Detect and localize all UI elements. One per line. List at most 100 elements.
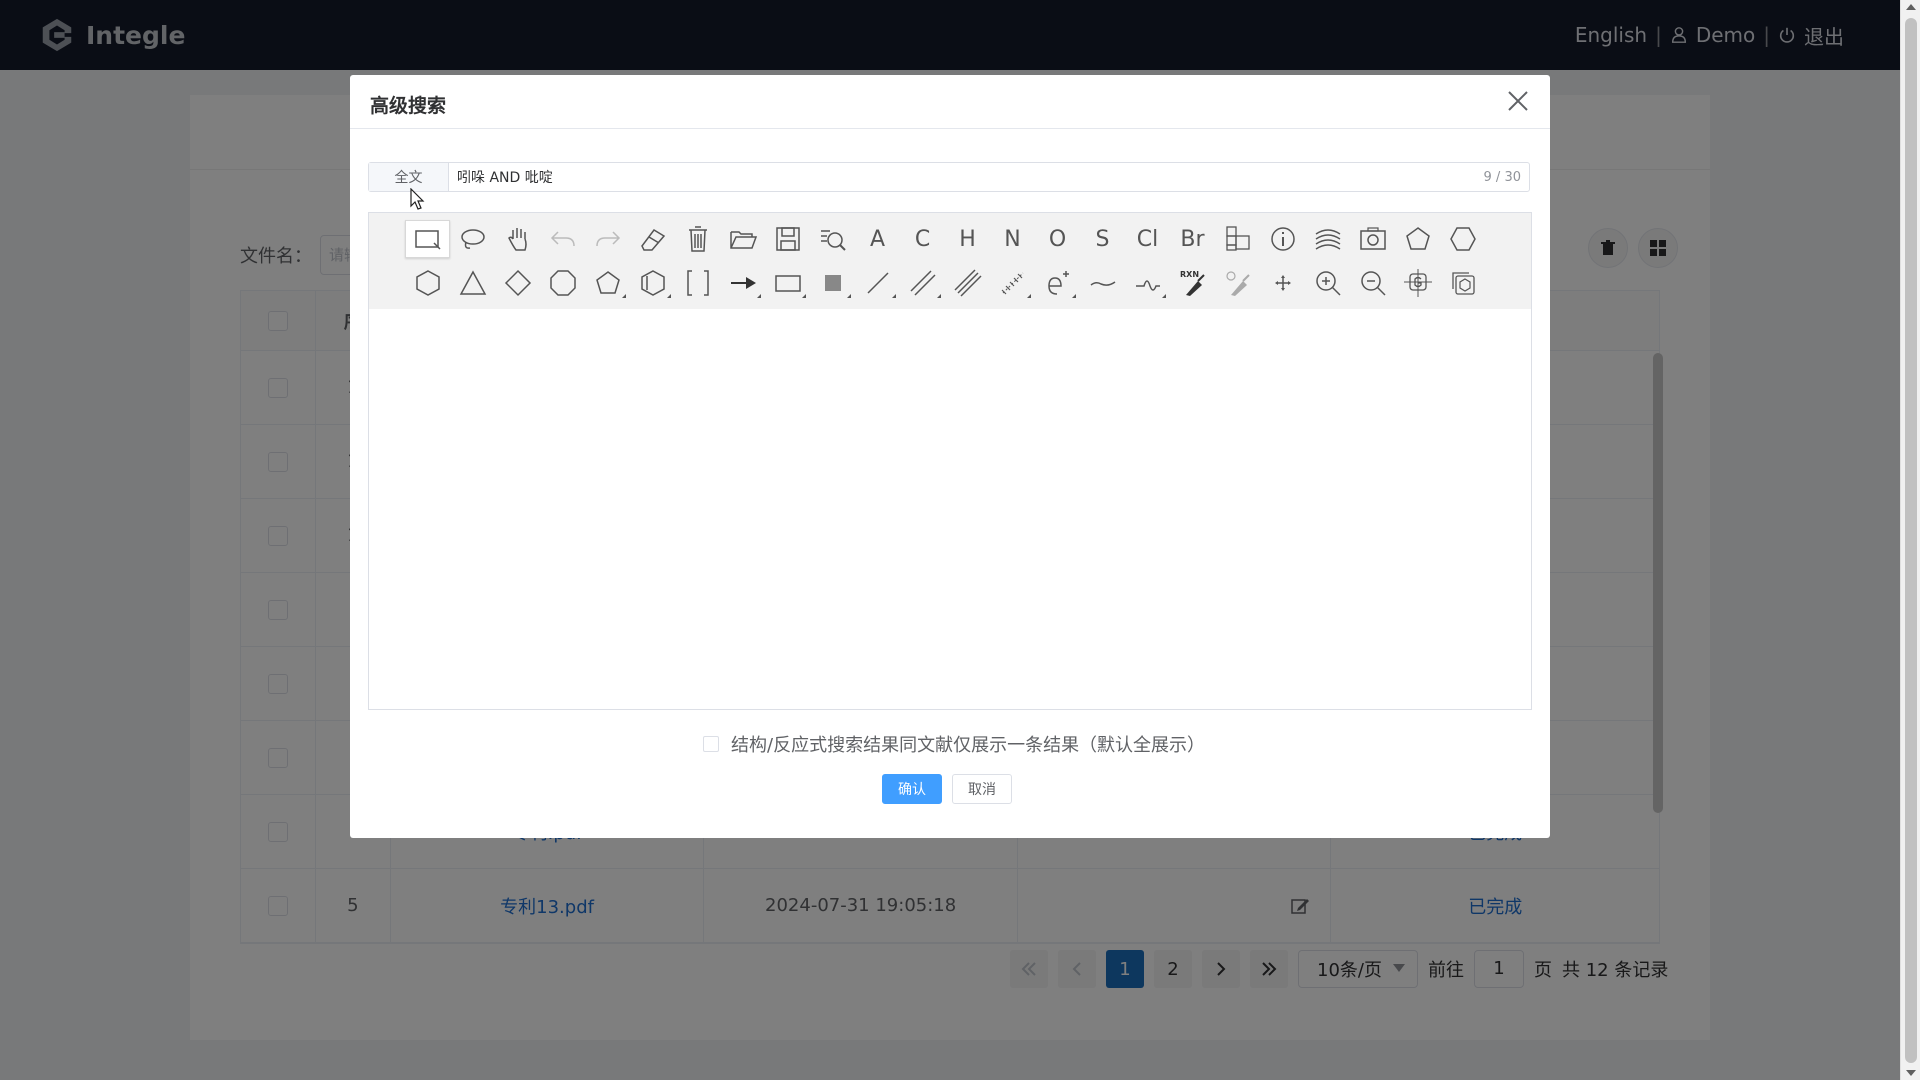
redo-icon: [595, 231, 620, 247]
pentagon-ring-button[interactable]: [585, 264, 630, 302]
toolbar-row-2: RXN: [405, 261, 1531, 305]
submenu-indicator: [937, 294, 941, 298]
atom-s-button[interactable]: S: [1080, 220, 1125, 258]
move-button[interactable]: [1260, 264, 1305, 302]
atom-c-button[interactable]: C: [900, 220, 945, 258]
triple-bond-button[interactable]: [945, 264, 990, 302]
triangle-button[interactable]: [450, 264, 495, 302]
triangle-icon: [459, 270, 486, 295]
undo-icon: [550, 231, 575, 247]
rxn-brush-icon: RXN: [1180, 270, 1205, 296]
octagon-button[interactable]: [540, 264, 585, 302]
chain-button[interactable]: [1080, 264, 1125, 302]
center-button[interactable]: [1395, 264, 1440, 302]
redo-button[interactable]: [585, 220, 630, 258]
trash-icon: [688, 226, 707, 252]
open-file-button[interactable]: [720, 220, 765, 258]
copy-image-button[interactable]: [1440, 264, 1485, 302]
undo-button[interactable]: [540, 220, 585, 258]
submenu-indicator: [1027, 294, 1031, 298]
editor-toolbar: A C H N O S Cl Br RXN: [369, 213, 1531, 309]
cancel-button[interactable]: 取消: [952, 774, 1012, 804]
zoom-in-button[interactable]: [1305, 264, 1350, 302]
single-bond-button[interactable]: [855, 264, 900, 302]
wavy-bond-button[interactable]: [1125, 264, 1170, 302]
pan-tool-button[interactable]: [495, 220, 540, 258]
submenu-indicator: [892, 294, 896, 298]
save-button[interactable]: [765, 220, 810, 258]
atom-h-button[interactable]: H: [945, 220, 990, 258]
char-count: 9 / 30: [1483, 169, 1521, 185]
eraser-button[interactable]: [630, 220, 675, 258]
atom-o-label: O: [1048, 226, 1067, 252]
wavy-arrow-icon: [1135, 280, 1160, 291]
octagon-icon: [549, 270, 576, 296]
atom-s-label: S: [1095, 226, 1110, 252]
zoom-out-icon: [1360, 271, 1386, 296]
rxn-map-button[interactable]: RXN: [1170, 264, 1215, 302]
hashed-bond-button[interactable]: [990, 264, 1035, 302]
atom-map-button[interactable]: [1215, 264, 1260, 302]
hexagon-icon: [1449, 227, 1476, 251]
image-capture-button[interactable]: [1350, 220, 1395, 258]
submenu-indicator: [1072, 294, 1076, 298]
move-arrows-icon: [1274, 275, 1291, 291]
hexagon-button[interactable]: [1440, 220, 1485, 258]
pentagon-button[interactable]: [1395, 220, 1440, 258]
lasso-icon: [460, 229, 485, 249]
search-input[interactable]: [449, 163, 1484, 191]
info-button[interactable]: [1260, 220, 1305, 258]
atom-n-label: N: [1004, 226, 1021, 252]
dialog-header: 高级搜索: [350, 75, 1550, 129]
benzene-button[interactable]: [405, 264, 450, 302]
submenu-indicator: [667, 294, 671, 298]
atom-br-button[interactable]: Br: [1170, 220, 1215, 258]
double-bond-button[interactable]: [900, 264, 945, 302]
drawing-canvas[interactable]: [369, 309, 1531, 709]
info-icon: [1270, 227, 1295, 251]
atom-n-button[interactable]: N: [990, 220, 1035, 258]
close-icon[interactable]: [1506, 89, 1530, 113]
arrow-button[interactable]: [720, 264, 765, 302]
clean-structure-button[interactable]: [1305, 220, 1350, 258]
triple-bond-icon: [953, 269, 982, 297]
rect-select-icon: [414, 230, 441, 250]
bracket-icon: [686, 270, 709, 296]
window-scrollbar[interactable]: [1900, 0, 1920, 1080]
submenu-indicator: [802, 294, 806, 298]
dedupe-checkbox[interactable]: [703, 736, 719, 752]
select-tool-button[interactable]: [405, 220, 450, 258]
diamond-button[interactable]: [495, 264, 540, 302]
eraser-icon: [640, 229, 665, 251]
charge-button[interactable]: [1035, 264, 1080, 302]
submenu-indicator: [622, 294, 626, 298]
scroll-down-arrow[interactable]: [1906, 1070, 1916, 1076]
crosshair-g-icon: [1403, 269, 1432, 297]
atom-cl-button[interactable]: Cl: [1125, 220, 1170, 258]
atom-o-button[interactable]: O: [1035, 220, 1080, 258]
text-tool-button[interactable]: A: [855, 220, 900, 258]
scroll-up-arrow[interactable]: [1906, 4, 1916, 10]
lasso-tool-button[interactable]: [450, 220, 495, 258]
filled-rect-button[interactable]: [810, 264, 855, 302]
periodic-table-button[interactable]: [1215, 220, 1260, 258]
chain-line-icon: [1090, 281, 1115, 286]
rectangle-button[interactable]: [765, 264, 810, 302]
wave-icon: [1315, 229, 1340, 250]
clear-button[interactable]: [675, 220, 720, 258]
dedupe-label[interactable]: 结构/反应式搜索结果同文献仅展示一条结果（默认全展示）: [731, 731, 1205, 757]
atom-br-label: Br: [1180, 226, 1205, 252]
submenu-indicator: [1162, 294, 1166, 298]
ring-template-button[interactable]: [630, 264, 675, 302]
zoom-out-button[interactable]: [1350, 264, 1395, 302]
dialog-title: 高级搜索: [370, 95, 447, 117]
bracket-button[interactable]: [675, 264, 720, 302]
search-structure-button[interactable]: [810, 220, 855, 258]
confirm-button[interactable]: 确认: [882, 774, 942, 804]
search-type-select[interactable]: 全文: [369, 163, 449, 191]
atom-c-label: C: [914, 226, 931, 252]
scroll-thumb[interactable]: [1905, 18, 1917, 1063]
hashed-bond-icon: [1001, 272, 1023, 295]
text-tool-label: A: [869, 226, 886, 252]
double-bond-icon: [909, 270, 936, 296]
